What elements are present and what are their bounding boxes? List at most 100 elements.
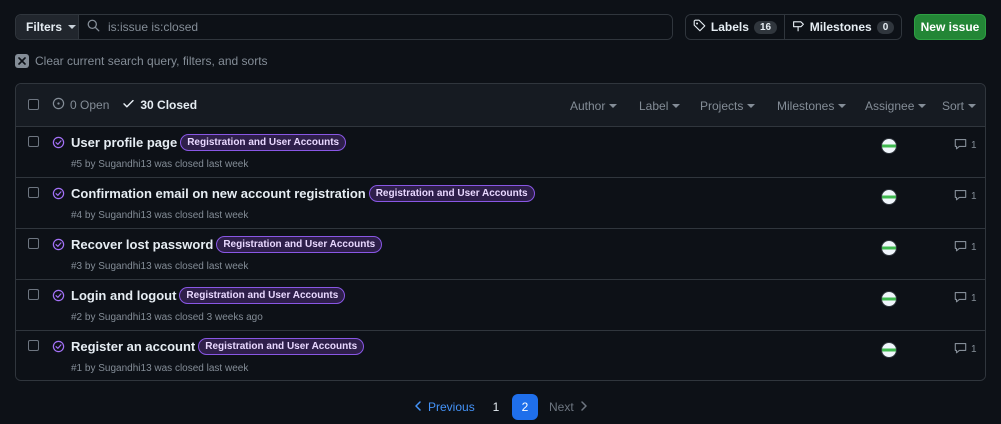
issue-comments-link[interactable]: 1 [954,138,977,153]
milestones-button[interactable]: Milestones 0 [785,15,901,39]
chevron-down-icon [609,104,618,108]
assignee-avatar[interactable] [881,291,897,307]
assignee-avatar[interactable] [881,240,897,256]
new-issue-button[interactable]: New issue [914,14,986,40]
issue-title-line: Recover lost password Registration and U… [71,236,383,253]
milestones-count-badge: 0 [876,20,895,34]
sort-label: Sort [942,99,965,113]
issues-list-box: 0 Open 30 Closed Author Label Projects M… [15,83,986,381]
labels-milestones-group: Labels 16 Milestones 0 [685,14,902,40]
labels-button[interactable]: Labels 16 [686,15,785,39]
comment-icon [954,189,967,204]
issue-meta: #1 by Sugandhi13 was closed last week [71,363,249,374]
issue-meta: #3 by Sugandhi13 was closed last week [71,261,249,272]
next-page-link[interactable]: Next [549,394,588,420]
milestones-filter-label: Milestones [777,99,835,113]
issue-title-link[interactable]: Confirmation email on new account regist… [71,186,366,201]
issue-label-badge[interactable]: Registration and User Accounts [368,185,535,202]
select-all-checkbox[interactable] [28,99,39,110]
assignee-avatar[interactable] [881,189,897,205]
issue-row: User profile page Registration and User … [16,127,985,178]
issue-label-badge[interactable]: Registration and User Accounts [216,236,383,253]
projects-filter[interactable]: Projects [700,99,756,113]
issue-open-icon [52,97,65,113]
open-issues-tab[interactable]: 0 Open [52,97,109,113]
chevron-down-icon [747,104,756,108]
page-1-link[interactable]: 1 [483,394,509,420]
issue-title-link[interactable]: Login and logout [71,288,176,303]
issue-label-badge[interactable]: Registration and User Accounts [180,134,347,151]
issue-comments-link[interactable]: 1 [954,342,977,357]
issue-checkbox[interactable] [28,238,39,249]
milestones-filter[interactable]: Milestones [777,99,847,113]
tag-icon [693,19,706,35]
issue-title-link[interactable]: Register an account [71,339,195,354]
comment-icon [954,240,967,255]
issue-title-line: Confirmation email on new account regist… [71,185,535,202]
label-filter[interactable]: Label [639,99,681,113]
comment-count: 1 [971,242,977,253]
issue-meta: #4 by Sugandhi13 was closed last week [71,210,249,221]
issue-checkbox[interactable] [28,340,39,351]
issue-checkbox[interactable] [28,289,39,300]
issue-row: Recover lost password Registration and U… [16,229,985,280]
comment-count: 1 [971,293,977,304]
issue-closed-icon [52,340,65,356]
search-input[interactable] [108,20,508,34]
comment-count: 1 [971,191,977,202]
chevron-down-icon [968,104,977,108]
comment-count: 1 [971,140,977,151]
issue-title-line: Register an account Registration and Use… [71,338,365,355]
next-label: Next [549,400,574,414]
label-filter-label: Label [639,99,669,113]
issue-row: Login and logout Registration and User A… [16,280,985,331]
issue-closed-icon [52,136,65,152]
chevron-down-icon [672,104,681,108]
issue-comments-link[interactable]: 1 [954,189,977,204]
issue-closed-icon [52,187,65,203]
milestone-icon [792,19,805,35]
issues-toolbar: Filters Labels 16 Milestones 0 New issue [15,14,986,40]
previous-page-link[interactable]: Previous [414,394,475,420]
issue-meta: #2 by Sugandhi13 was closed 3 weeks ago [71,312,263,323]
comment-icon [954,291,967,306]
sort-dropdown[interactable]: Sort [942,99,977,113]
issue-meta: #5 by Sugandhi13 was closed last week [71,159,249,170]
issue-checkbox[interactable] [28,136,39,147]
check-icon [122,97,135,113]
chevron-right-icon [580,400,588,414]
comment-count: 1 [971,344,977,355]
issue-title-link[interactable]: Recover lost password [71,237,213,252]
closed-issues-tab[interactable]: 30 Closed [122,97,197,113]
clear-filters-link[interactable]: Clear current search query, filters, and… [15,54,268,68]
issue-row: Register an account Registration and Use… [16,331,985,380]
assignee-avatar[interactable] [881,138,897,154]
filters-label: Filters [26,20,63,34]
chevron-down-icon [68,25,77,29]
author-filter-label: Author [570,99,606,113]
search-icon [87,19,100,35]
projects-filter-label: Projects [700,99,744,113]
assignee-filter[interactable]: Assignee [865,99,927,113]
issue-label-badge[interactable]: Registration and User Accounts [179,287,346,304]
issue-closed-icon [52,289,65,305]
closed-issues-label: 30 Closed [140,98,198,112]
issue-checkbox[interactable] [28,187,39,198]
issue-comments-link[interactable]: 1 [954,291,977,306]
chevron-down-icon [838,104,847,108]
issue-state-toggle: 0 Open 30 Closed [52,97,197,113]
filter-search-group: Filters [15,14,673,40]
filters-dropdown-button[interactable]: Filters [16,15,79,39]
issue-label-badge[interactable]: Registration and User Accounts [198,338,365,355]
issues-list-header: 0 Open 30 Closed Author Label Projects M… [16,84,985,127]
search-box [79,15,672,39]
chevron-down-icon [918,104,927,108]
author-filter[interactable]: Author [570,99,618,113]
issue-comments-link[interactable]: 1 [954,240,977,255]
assignee-filter-label: Assignee [865,99,915,113]
issue-closed-icon [52,238,65,254]
comment-icon [954,342,967,357]
assignee-avatar[interactable] [881,342,897,358]
issue-title-link[interactable]: User profile page [71,135,177,150]
page-2-current[interactable]: 2 [512,394,538,420]
